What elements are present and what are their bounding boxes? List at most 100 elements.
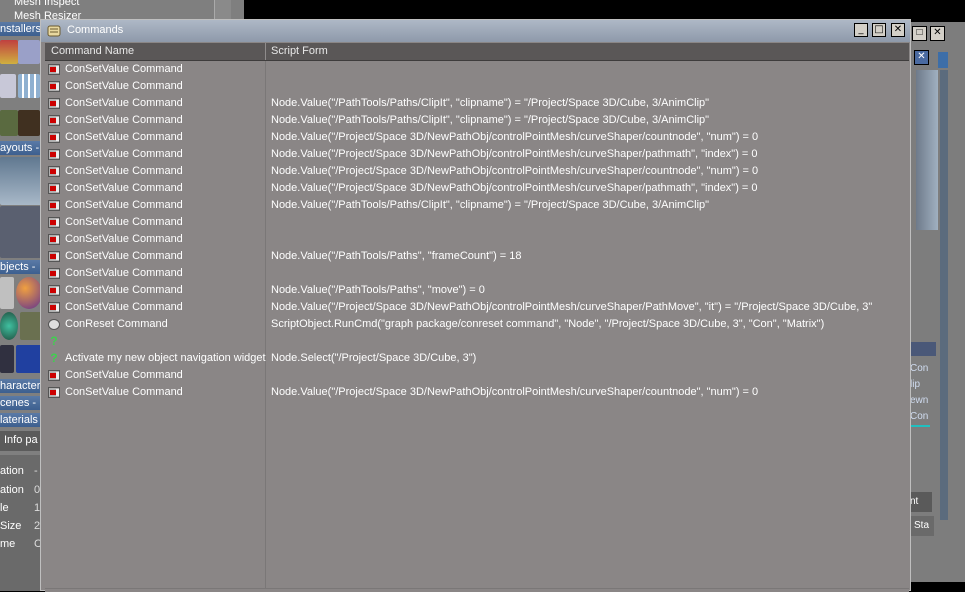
background-right-window: □ ✕ ✕ Con lip ewn Con nt Sta [908, 22, 965, 582]
command-icon [48, 285, 60, 296]
command-icon [48, 268, 60, 279]
info-prop-label: ation [0, 465, 24, 477]
column-header-script-form[interactable]: Script Form [271, 45, 328, 57]
command-name-cell: ConSetValue Command [65, 63, 183, 75]
maximize-button[interactable]: □ [872, 23, 886, 37]
table-row[interactable]: ConReset Command ScriptObject.RunCmd("gra… [45, 316, 909, 334]
table-row[interactable] [45, 537, 909, 555]
column-divider [265, 469, 266, 486]
right-button[interactable]: nt [908, 492, 932, 512]
right-button[interactable]: Sta [908, 516, 934, 536]
layouts-section[interactable]: ayouts - [0, 141, 42, 155]
column-header-command-name[interactable]: Command Name [51, 45, 134, 57]
table-row[interactable]: ConSetValue Command Node.Value("/Project/… [45, 129, 909, 147]
table-row[interactable] [45, 571, 909, 589]
column-divider [265, 537, 266, 554]
column-divider [265, 129, 266, 146]
table-row[interactable] [45, 401, 909, 419]
command-icon [48, 234, 60, 245]
command-icon [48, 387, 60, 398]
right-scrollbar[interactable] [940, 70, 948, 520]
commands-window: Commands _ □ ✕ Command Name Script Form … [40, 19, 911, 592]
table-row[interactable]: ConSetValue Command [45, 61, 909, 79]
command-name-cell: ConReset Command [65, 318, 168, 330]
tree-icon [20, 312, 42, 340]
info-panel-tab[interactable]: Info pa [0, 431, 42, 451]
table-row[interactable]: ConSetValue Command Node.Value("/Project/… [45, 384, 909, 402]
right-label: Con [910, 411, 929, 422]
column-divider [265, 265, 266, 282]
table-row[interactable]: ConSetValue Command [45, 367, 909, 385]
table-row[interactable] [45, 452, 909, 470]
column-divider [265, 231, 266, 248]
table-row[interactable]: ConSetValue Command [45, 214, 909, 232]
scenes-section[interactable]: cenes - [0, 396, 42, 410]
table-row[interactable]: ConSetValue Command Node.Value("/Project/… [45, 180, 909, 198]
panel-icon [938, 52, 948, 68]
command-name-cell: ConSetValue Command [65, 216, 183, 228]
table-row[interactable]: ConSetValue Command [45, 78, 909, 96]
table-row[interactable]: ConSetValue Command Node.Value("/PathTool… [45, 197, 909, 215]
table-row[interactable]: ConSetValue Command Node.Value("/PathTool… [45, 95, 909, 113]
table-row[interactable] [45, 503, 909, 521]
table-row[interactable] [45, 486, 909, 504]
command-icon [48, 98, 60, 109]
table-row[interactable]: ? Activate my new object navigation widge… [45, 350, 909, 368]
close-button[interactable]: ✕ [914, 50, 929, 65]
table-row[interactable]: ConSetValue Command Node.Value("/PathTool… [45, 112, 909, 130]
table-row[interactable]: ConSetValue Command Node.Value("/Project/… [45, 163, 909, 181]
table-row[interactable] [45, 418, 909, 436]
mesh-inspect-item[interactable]: Mesh Inspect [14, 0, 79, 8]
right-panel-header [910, 342, 936, 356]
close-button[interactable]: ✕ [891, 23, 905, 37]
table-row[interactable]: ConSetValue Command [45, 265, 909, 283]
table-row[interactable] [45, 469, 909, 487]
column-divider [265, 452, 266, 469]
script-form-cell: Node.Value("/PathTools/Paths/ClipIt", "c… [271, 199, 710, 211]
table-row[interactable]: ConSetValue Command Node.Value("/PathTool… [45, 282, 909, 300]
column-divider [265, 146, 266, 163]
installer-icon [18, 110, 40, 136]
objects-section[interactable]: bjects - [0, 260, 42, 274]
command-icon [48, 217, 60, 228]
column-divider [265, 316, 266, 333]
command-name-cell: ConSetValue Command [65, 233, 183, 245]
column-divider [265, 197, 266, 214]
table-row[interactable]: ConSetValue Command [45, 231, 909, 249]
command-name-cell: ConSetValue Command [65, 199, 183, 211]
command-icon [48, 64, 60, 75]
column-resize-handle[interactable] [265, 43, 266, 60]
viewport-strip [916, 70, 938, 230]
maximize-button[interactable]: □ [912, 26, 927, 41]
table-row[interactable]: ConSetValue Command Node.Value("/Project/… [45, 146, 909, 164]
titlebar[interactable]: Commands _ □ ✕ [41, 20, 910, 42]
table-row[interactable]: ConSetValue Command Node.Value("/Project/… [45, 299, 909, 317]
right-button-label: Sta [914, 520, 930, 531]
close-button[interactable]: ✕ [930, 26, 945, 41]
info-prop-label: Size [0, 520, 22, 532]
command-icon [48, 115, 60, 126]
table-row[interactable] [45, 435, 909, 453]
command-icon [48, 81, 60, 92]
command-name-cell: ConSetValue Command [65, 148, 183, 160]
column-divider [265, 554, 266, 571]
command-name-cell: ConSetValue Command [65, 165, 183, 177]
table-row[interactable]: ConSetValue Command Node.Value("/PathTool… [45, 248, 909, 266]
command-icon [48, 132, 60, 143]
installers-section[interactable]: nstallers [0, 22, 42, 36]
characters-section[interactable]: haracter [0, 379, 42, 393]
column-divider [265, 180, 266, 197]
column-divider [265, 78, 266, 95]
column-divider [265, 401, 266, 418]
layout-thumbnail [0, 206, 42, 258]
column-divider [265, 486, 266, 503]
materials-section[interactable]: laterials [0, 413, 42, 427]
command-name-cell: Activate my new object navigation widget [65, 352, 266, 364]
info-prop-value: - [34, 465, 38, 477]
minimize-button[interactable]: _ [854, 23, 868, 37]
script-form-cell: Node.Value("/PathTools/Paths/ClipIt", "c… [271, 114, 710, 126]
table-row[interactable] [45, 554, 909, 572]
table-row[interactable]: ? [45, 333, 909, 351]
table-row[interactable] [45, 520, 909, 538]
column-divider [265, 282, 266, 299]
